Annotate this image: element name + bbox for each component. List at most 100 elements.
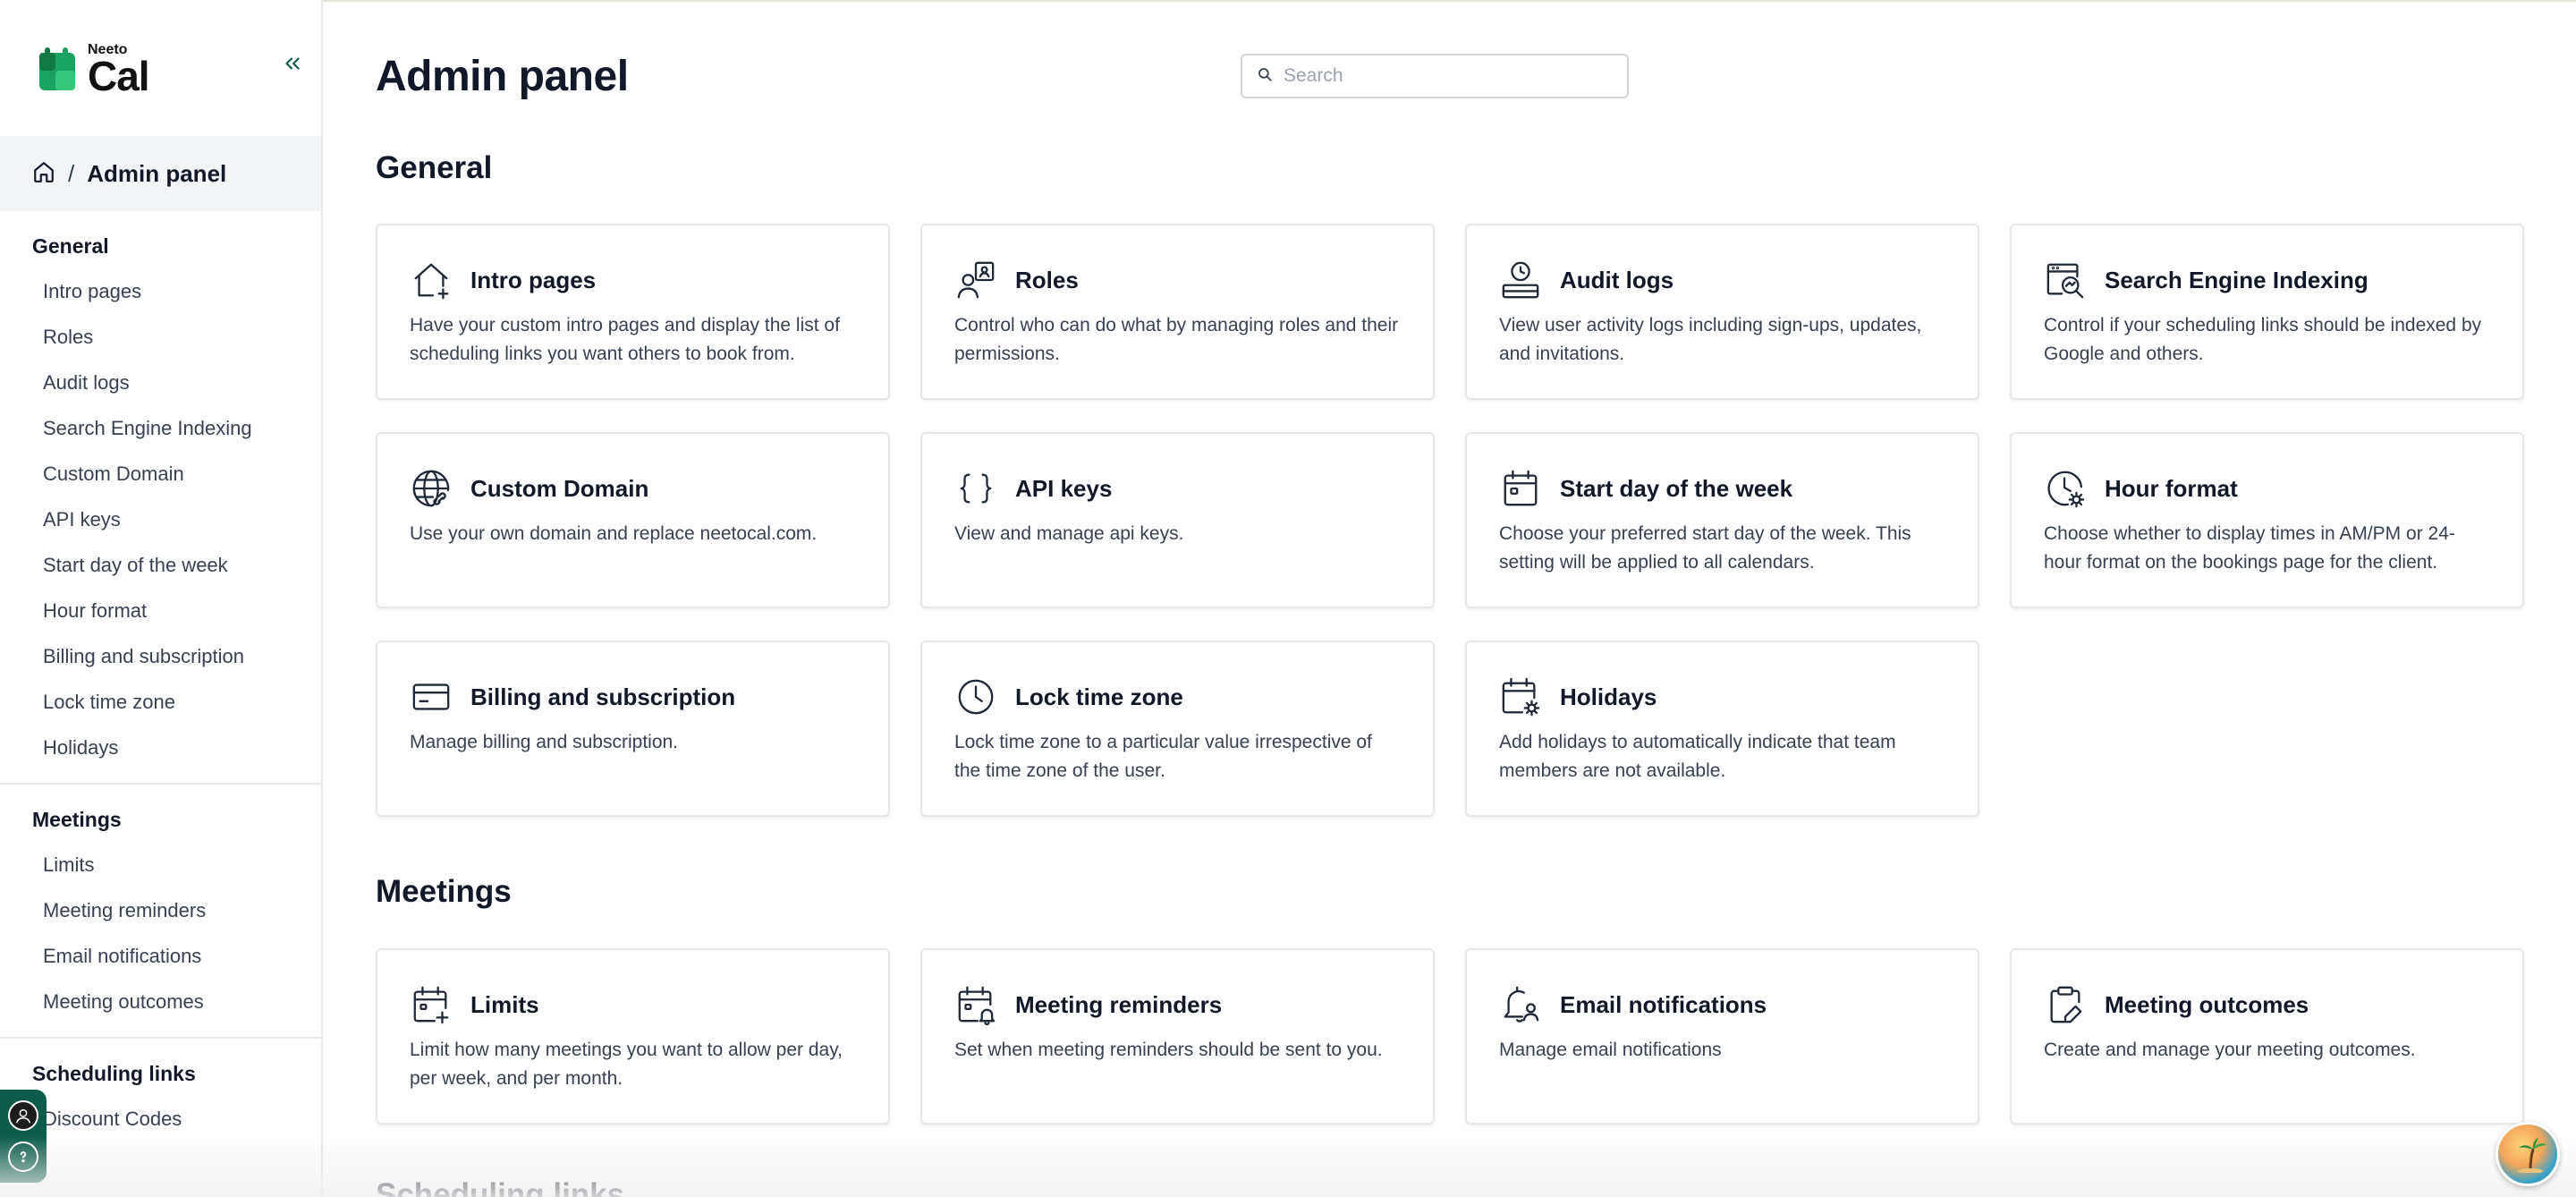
card-title: Roles — [1015, 266, 1079, 293]
app-logo[interactable]: Neeto Cal — [36, 43, 150, 99]
sidebar-item-discount-codes[interactable]: Discount Codes — [0, 1096, 321, 1142]
sidebar-item-holidays[interactable]: Holidays — [0, 725, 321, 770]
card-description: Control if your scheduling links should … — [2044, 315, 2482, 364]
card-meeting-reminders[interactable]: Meeting reminders Set when meeting remin… — [920, 948, 1435, 1125]
section-title-general: General — [376, 150, 493, 185]
card-title: Custom Domain — [470, 474, 649, 502]
search-icon — [1257, 66, 1273, 87]
card-meeting-outcomes[interactable]: Meeting outcomes Create and manage your … — [2010, 948, 2524, 1125]
clock-icon — [954, 675, 997, 718]
user-roles-icon — [954, 259, 997, 301]
clock-gear-icon — [2044, 467, 2087, 510]
card-search-engine-indexing[interactable]: Search Engine Indexing Control if your s… — [2010, 224, 2524, 400]
sidebar-item-lock-time-zone[interactable]: Lock time zone — [0, 679, 321, 725]
card-audit-logs[interactable]: Audit logs View user activity logs inclu… — [1465, 224, 1979, 400]
search-engine-icon — [2044, 259, 2087, 301]
chat-widget-button[interactable] — [2496, 1122, 2560, 1186]
card-description: Control who can do what by managing role… — [954, 315, 1399, 364]
card-description: Create and manage your meeting outcomes. — [2044, 1040, 2416, 1060]
help-icon[interactable] — [8, 1142, 38, 1172]
sidebar-item-roles[interactable]: Roles — [0, 314, 321, 360]
sidebar-item-audit-logs[interactable]: Audit logs — [0, 360, 321, 405]
card-title: Email notifications — [1560, 990, 1767, 1018]
main-content: Admin panel General Intro pages Have you… — [323, 0, 2576, 1197]
bell-user-icon — [1499, 983, 1542, 1026]
chevrons-left-icon — [281, 52, 304, 80]
palm-tree-icon — [2514, 1137, 2546, 1177]
code-braces-icon — [954, 467, 997, 510]
card-title: Billing and subscription — [470, 683, 736, 710]
breadcrumb-separator: / — [68, 159, 75, 187]
card-title: Lock time zone — [1015, 683, 1183, 710]
calendar-bell-icon — [954, 983, 997, 1026]
floating-helper-widget — [0, 1090, 47, 1183]
sidebar-item-api-keys[interactable]: API keys — [0, 497, 321, 542]
card-title: Start day of the week — [1560, 474, 1793, 502]
calendar-icon — [1499, 467, 1542, 510]
card-title: Holidays — [1560, 683, 1657, 710]
card-title: Meeting reminders — [1015, 990, 1223, 1018]
card-custom-domain[interactable]: Custom Domain Use your own domain and re… — [376, 432, 890, 608]
card-description: Choose whether to display times in AM/PM… — [2044, 523, 2455, 573]
sidebar-item-meeting-reminders[interactable]: Meeting reminders — [0, 887, 321, 933]
sidebar-item-custom-domain[interactable]: Custom Domain — [0, 451, 321, 497]
card-api-keys[interactable]: API keys View and manage api keys. — [920, 432, 1435, 608]
sidebar-item-search-engine-indexing[interactable]: Search Engine Indexing — [0, 405, 321, 451]
nav-section-meetings: Meetings Limits Meeting reminders Email … — [0, 785, 321, 1039]
nav-heading-meetings[interactable]: Meetings — [0, 797, 321, 842]
card-lock-time-zone[interactable]: Lock time zone Lock time zone to a parti… — [920, 641, 1435, 817]
nav-heading-scheduling-links[interactable]: Scheduling links — [0, 1051, 321, 1096]
card-title: Search Engine Indexing — [2105, 266, 2368, 293]
globe-link-icon — [410, 467, 453, 510]
card-hour-format[interactable]: Hour format Choose whether to display ti… — [2010, 432, 2524, 608]
breadcrumb: / Admin panel — [0, 136, 321, 211]
card-title: API keys — [1015, 474, 1113, 502]
assistant-avatar-icon[interactable] — [8, 1100, 38, 1131]
page-title: Admin panel — [376, 53, 629, 100]
credit-card-icon — [410, 675, 453, 718]
card-limits[interactable]: Limits Limit how many meetings you want … — [376, 948, 890, 1125]
collapse-sidebar-button[interactable] — [279, 52, 306, 79]
sidebar-item-hour-format[interactable]: Hour format — [0, 588, 321, 633]
card-holidays[interactable]: Holidays Add holidays to automatically i… — [1465, 641, 1979, 817]
sidebar-item-meeting-outcomes[interactable]: Meeting outcomes — [0, 979, 321, 1024]
card-description: Choose your preferred start day of the w… — [1499, 523, 1911, 573]
neetocal-logo-icon — [36, 47, 77, 92]
sidebar-item-email-notifications[interactable]: Email notifications — [0, 933, 321, 979]
sidebar-item-start-day[interactable]: Start day of the week — [0, 542, 321, 588]
card-start-day-of-week[interactable]: Start day of the week Choose your prefer… — [1465, 432, 1979, 608]
nav-section-general: General Intro pages Roles Audit logs Sea… — [0, 211, 321, 785]
sidebar-item-billing[interactable]: Billing and subscription — [0, 633, 321, 679]
calendar-gear-icon — [1499, 675, 1542, 718]
card-description: Lock time zone to a particular value irr… — [954, 732, 1372, 781]
nav-heading-general[interactable]: General — [0, 224, 321, 268]
card-description: View and manage api keys. — [954, 523, 1184, 544]
sidebar-item-limits[interactable]: Limits — [0, 842, 321, 887]
clipboard-edit-icon — [2044, 983, 2087, 1026]
card-description: Manage billing and subscription. — [410, 732, 679, 752]
card-title: Audit logs — [1560, 266, 1674, 293]
card-description: Use your own domain and replace neetocal… — [410, 523, 818, 544]
general-cards-grid: Intro pages Have your custom intro pages… — [376, 224, 2524, 817]
card-description: Have your custom intro pages and display… — [410, 315, 840, 364]
sidebar: Neeto Cal / Admin panel General Intro pa… — [0, 0, 323, 1197]
logo-big-text: Cal — [88, 53, 150, 99]
section-title-scheduling-links: Scheduling links — [376, 1177, 625, 1197]
card-billing-subscription[interactable]: Billing and subscription Manage billing … — [376, 641, 890, 817]
card-email-notifications[interactable]: Email notifications Manage email notific… — [1465, 948, 1979, 1125]
card-description: Limit how many meetings you want to allo… — [410, 1040, 843, 1089]
home-icon[interactable] — [32, 160, 55, 188]
sidebar-item-intro-pages[interactable]: Intro pages — [0, 268, 321, 314]
card-intro-pages[interactable]: Intro pages Have your custom intro pages… — [376, 224, 890, 400]
audit-log-icon — [1499, 259, 1542, 301]
search-box[interactable] — [1241, 54, 1629, 98]
calendar-plus-icon — [410, 983, 453, 1026]
card-description: Manage email notifications — [1499, 1040, 1722, 1060]
home-plus-icon — [410, 259, 453, 301]
breadcrumb-current: Admin panel — [87, 159, 227, 187]
card-title: Hour format — [2105, 474, 2238, 502]
card-roles[interactable]: Roles Control who can do what by managin… — [920, 224, 1435, 400]
meetings-cards-grid: Limits Limit how many meetings you want … — [376, 948, 2524, 1125]
sidebar-nav: General Intro pages Roles Audit logs Sea… — [0, 211, 321, 1154]
search-input[interactable] — [1284, 65, 1606, 87]
